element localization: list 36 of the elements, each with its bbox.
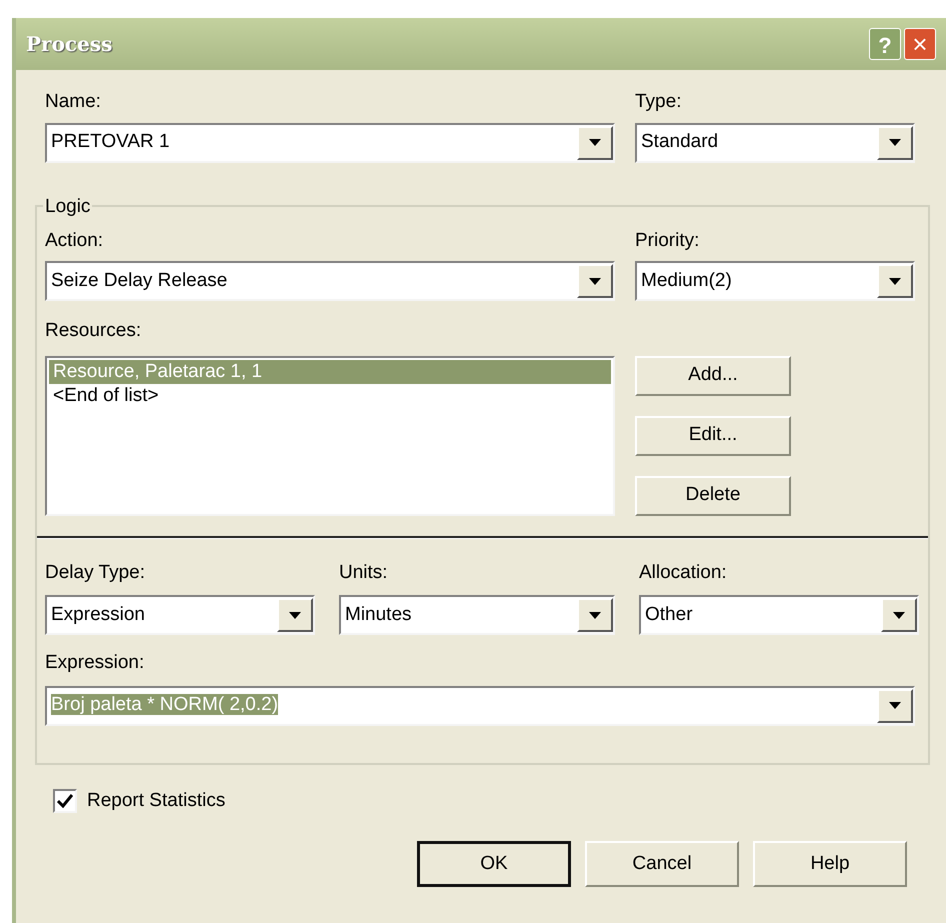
list-action-button[interactable]: Delete	[635, 476, 791, 516]
dropdown-field[interactable]: PRETOVAR 1	[45, 122, 615, 162]
field-value: Other	[645, 602, 694, 627]
dropdown-field[interactable]: Seize Delay Release	[45, 261, 615, 301]
checkbox-label: Report Statistics	[87, 788, 226, 812]
window-title: Process	[26, 31, 112, 58]
dialog-button[interactable]: OK	[417, 841, 571, 887]
dropdown-field[interactable]: Other	[639, 595, 919, 635]
field-value: Seize Delay Release	[51, 268, 228, 293]
field-value: Standard	[641, 130, 720, 154]
field-value: Broj paleta * NORM( 2,0.2)	[51, 693, 280, 718]
field-value: Minutes	[345, 602, 413, 627]
close-button[interactable]: ×	[904, 28, 936, 60]
field-label: Priority:	[635, 228, 700, 252]
checkbox[interactable]	[53, 788, 77, 813]
field-value: Expression	[51, 602, 146, 627]
dropdown-field[interactable]: Minutes	[339, 595, 615, 635]
dropdown-field[interactable]: Medium(2)	[635, 261, 915, 301]
field-label: Action:	[45, 228, 104, 252]
field-label: Resources:	[45, 319, 142, 343]
field-label: Allocation:	[639, 560, 728, 584]
field-label: Name:	[45, 90, 102, 114]
list-item[interactable]: <End of list>	[49, 384, 611, 408]
field-value: PRETOVAR 1	[51, 130, 171, 154]
resource-list[interactable]: Resource, Paletarac 1, 1 <End of list>	[45, 356, 615, 516]
dropdown-field[interactable]: Standard	[635, 122, 915, 162]
field-label: Type:	[635, 90, 682, 114]
dialog-button[interactable]: Cancel	[585, 841, 739, 887]
field-value: Medium(2)	[641, 268, 733, 293]
field-label: Expression:	[45, 651, 146, 675]
list-action-button[interactable]: Edit...	[635, 416, 791, 456]
list-action-button[interactable]: Add...	[635, 356, 791, 396]
dropdown-field[interactable]: Expression	[45, 595, 315, 635]
field-label: Units:	[339, 560, 389, 584]
dialog-button[interactable]: Help	[753, 841, 907, 887]
field-label: Delay Type:	[45, 560, 146, 584]
